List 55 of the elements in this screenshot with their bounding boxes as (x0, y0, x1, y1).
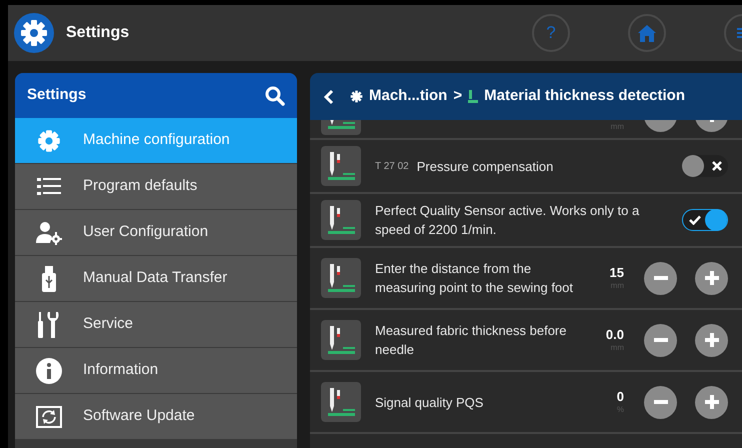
minus-icon (654, 400, 668, 404)
plus-icon (704, 395, 718, 409)
plus-icon (704, 333, 718, 347)
parameter-label: Perfect Quality Sensor active. Works only to a speed of 2200 1/min. (375, 202, 640, 239)
parameter-label: Signal quality PQS (375, 394, 484, 412)
sidebar-title: Settings (27, 85, 86, 106)
minus-icon (654, 338, 668, 342)
parameter-label: Pressure compensation (416, 158, 554, 176)
list-icon (37, 178, 61, 196)
unit-text: % (616, 405, 624, 415)
parameter-label: Measured fabric thickness before needle (375, 322, 568, 359)
breadcrumb-separator: > (453, 86, 462, 106)
gear-icon (350, 90, 363, 103)
parameter-label: Enter the distance from the measuring point to the sewing foot (375, 260, 574, 297)
minus-icon (654, 276, 668, 280)
sensor-icon (321, 382, 361, 422)
sensor-icon (321, 200, 361, 240)
gear-icon (37, 128, 61, 152)
back-icon[interactable] (324, 88, 334, 104)
app-title: Settings (66, 23, 130, 43)
toggle-switch[interactable] (682, 209, 728, 231)
minus-button[interactable] (644, 262, 677, 294)
tools-icon (38, 312, 60, 338)
value-text: 0.0 (606, 327, 624, 343)
plus-button[interactable] (695, 262, 728, 294)
sidebar-item[interactable]: Service (15, 302, 297, 347)
minus-button[interactable] (644, 386, 677, 418)
sidebar-item[interactable]: User Configuration (15, 210, 297, 255)
value-text: 0 (616, 389, 624, 405)
sidebar-item[interactable]: Manual Data Transfer (15, 256, 297, 301)
sidebar-item[interactable]: Information (15, 348, 297, 393)
plus-button[interactable] (695, 386, 728, 418)
sensor-icon (321, 258, 361, 298)
sensor-icon (321, 320, 361, 360)
usb-stick-icon (41, 266, 57, 292)
breadcrumb-link[interactable]: Mach...tion (369, 85, 448, 108)
settings-icon (14, 13, 54, 53)
sensor-icon (468, 90, 478, 103)
check-icon (689, 215, 701, 225)
home-icon (638, 24, 656, 42)
toggle-switch[interactable] (682, 155, 728, 177)
update-icon (36, 406, 62, 428)
value-text: 15 (610, 265, 624, 281)
sidebar-item[interactable]: Program defaults (15, 164, 297, 209)
sidebar-item[interactable]: Software Update (15, 394, 297, 439)
info-icon (36, 358, 62, 384)
sensor-icon (321, 146, 361, 186)
minus-button[interactable] (644, 324, 677, 356)
breadcrumb-current: Material thickness detection (484, 86, 686, 106)
plus-button[interactable] (695, 324, 728, 356)
parameter-code: T 27 02 (375, 160, 409, 174)
user-gear-icon (36, 220, 62, 244)
search-icon[interactable] (265, 86, 285, 106)
plus-icon (704, 271, 718, 285)
close-icon (712, 161, 722, 171)
